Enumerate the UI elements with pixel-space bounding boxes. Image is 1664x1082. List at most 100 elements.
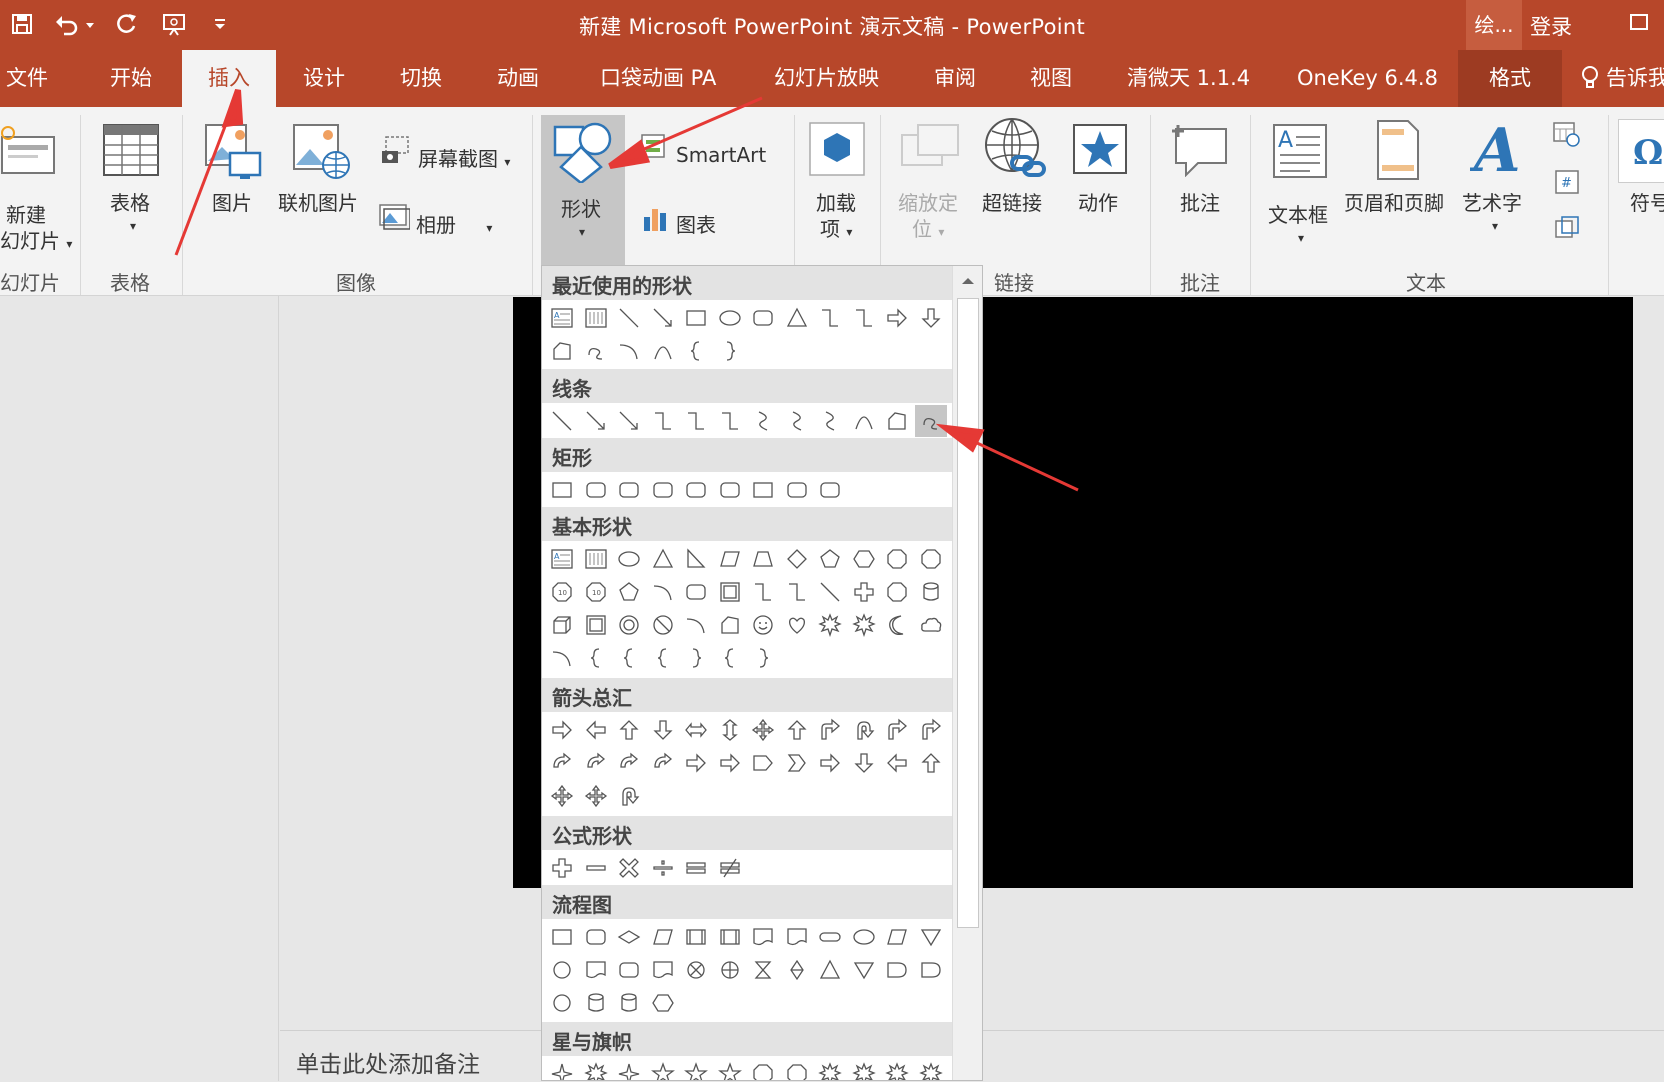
shape-arc-icon[interactable] [651,580,675,604]
online-picture-label[interactable]: 联机图片 [278,187,358,216]
shape-arc-icon[interactable] [550,646,574,670]
shape-fcdata-icon[interactable] [651,925,675,949]
shape-scribble-icon[interactable] [584,339,608,363]
shape-larrow-icon[interactable] [584,718,608,742]
table-icon[interactable] [102,123,160,177]
login-button[interactable]: 登录 [1530,11,1572,41]
shape-bent-icon[interactable] [818,718,842,742]
shape-rrect-icon[interactable] [617,478,641,502]
shape-rarrow-icon[interactable] [885,306,909,330]
tell-me-box[interactable]: 告诉我 [1606,50,1664,107]
shape-arc-icon[interactable] [617,339,641,363]
tab-home[interactable]: 开始 [110,50,152,107]
shape-star4-icon[interactable] [550,1062,574,1080]
shape-burst-icon[interactable] [818,613,842,637]
shape-elbow-icon[interactable] [651,409,675,433]
album-icon[interactable] [378,203,411,231]
shape-fcdelay-icon[interactable] [885,958,909,982]
online-picture-icon[interactable] [292,121,352,181]
shape-brace-icon[interactable] [584,646,608,670]
shape-arrowline-icon[interactable] [651,306,675,330]
shape-curved-icon[interactable] [651,751,675,775]
shape-curve-icon[interactable] [852,409,876,433]
shape-scurve-icon[interactable] [785,409,809,433]
shape-brace-icon[interactable] [651,646,675,670]
shape-quad-icon[interactable] [751,718,775,742]
tab-review[interactable]: 审阅 [934,50,976,107]
screenshot-button[interactable]: 屏幕截图 ▾ [418,143,510,172]
shape-smile-icon[interactable] [751,613,775,637]
shape-rrect-icon[interactable] [684,478,708,502]
shape-oct-icon[interactable] [785,1062,809,1080]
symbol-label[interactable]: 符号 [1630,187,1664,216]
shape-frame-icon[interactable] [584,613,608,637]
hyperlink-label[interactable]: 超链接 [982,187,1042,216]
shape-elbow-icon[interactable] [751,580,775,604]
shape-tri-icon[interactable] [651,547,675,571]
shape-rarrow-icon[interactable] [718,751,742,775]
tab-onekey[interactable]: OneKey 6.4.8 [1297,50,1438,107]
shape-rrect-icon[interactable] [584,925,608,949]
wordart-dropdown[interactable]: ▾ [1492,219,1498,233]
new-slide-label[interactable]: 新建 [6,199,46,228]
shape-oval-icon[interactable] [852,925,876,949]
tab-qingweitian[interactable]: 清微天 1.1.4 [1127,50,1250,107]
shape-fcsort-icon[interactable] [785,958,809,982]
shape-brace-icon[interactable] [718,646,742,670]
shape-burst-icon[interactable] [818,1062,842,1080]
shape-quad-icon[interactable] [550,784,574,808]
tab-transitions[interactable]: 切换 [400,50,442,107]
shape-trap-icon[interactable] [751,547,775,571]
shape-freeform-scribble-icon[interactable] [914,405,947,437]
shape-bent-icon[interactable] [885,718,909,742]
ribbon-display-options-icon[interactable] [1630,14,1648,30]
shape-vtxt-icon[interactable] [584,306,608,330]
shape-quad-icon[interactable] [584,784,608,808]
shape-donut-icon[interactable] [617,613,641,637]
shape-scurve-icon[interactable] [818,409,842,433]
tab-design[interactable]: 设计 [303,50,345,107]
table-dropdown[interactable]: ▾ [130,219,136,233]
action-icon[interactable] [1072,123,1128,175]
shape-braceR-icon[interactable] [751,646,775,670]
shape-arrowline-icon[interactable] [584,409,608,433]
shape-rect-icon[interactable] [550,478,574,502]
date-time-icon[interactable] [1552,121,1580,147]
shape-line-icon[interactable] [550,409,574,433]
shape-rrect-icon[interactable] [617,958,641,982]
smartart-icon[interactable] [640,131,666,161]
shape-brace-icon[interactable] [617,646,641,670]
chart-icon[interactable] [642,203,668,233]
shape-rect-icon[interactable] [684,306,708,330]
picture-label[interactable]: 图片 [212,187,252,216]
shape-cube-icon[interactable] [550,613,574,637]
scroll-thumb[interactable] [957,298,979,928]
shape-oct-icon[interactable] [751,1062,775,1080]
shapes-button[interactable]: 形状 ▾ [541,115,625,265]
shape-burst-icon[interactable] [918,1062,943,1080]
screenshot-icon[interactable] [380,135,410,165]
shape-minus-icon[interactable] [584,856,608,880]
chart-label[interactable]: 图表 [676,209,716,238]
shape-cloud-icon[interactable] [919,613,943,637]
addins-label-2[interactable]: 项 ▾ [820,213,852,242]
shape-lrarrow-icon[interactable] [684,718,708,742]
tab-view[interactable]: 视图 [1030,50,1072,107]
gallery-scrollbar[interactable] [952,266,982,1080]
shape-rrect-icon[interactable] [718,478,742,502]
shape-curved-icon[interactable] [584,751,608,775]
shape-rect-icon[interactable] [550,925,574,949]
shape-uarrow-icon[interactable] [919,751,943,775]
shape-rtri-icon[interactable] [684,547,708,571]
shape-uturn-icon[interactable] [852,718,876,742]
shape-elbow-icon[interactable] [818,306,842,330]
tab-insert[interactable]: 插入 [182,50,276,107]
shape-bent-icon[interactable] [919,718,943,742]
shape-braceR-icon[interactable] [718,339,742,363]
shape-fcterm-icon[interactable] [818,925,842,949]
shape-elbow-icon[interactable] [684,409,708,433]
action-label[interactable]: 动作 [1078,187,1118,216]
shape-cyl-icon[interactable] [584,991,608,1015]
shape-noSym-icon[interactable] [651,613,675,637]
wordart-icon[interactable]: A [1469,116,1521,186]
